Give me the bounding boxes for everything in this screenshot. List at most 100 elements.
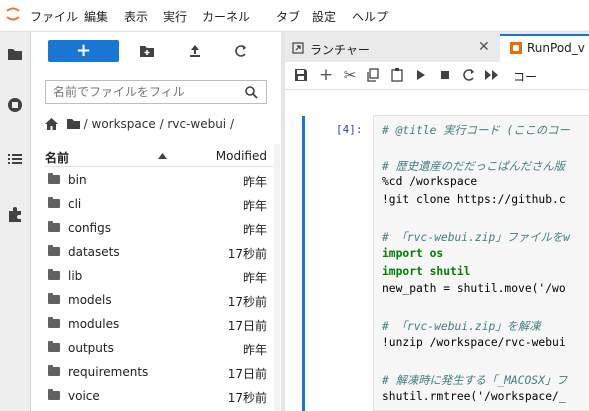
table-of-contents-icon[interactable] — [6, 150, 24, 168]
code-line: # 「rvc-webui.zip」ファイルをw — [382, 231, 570, 244]
code-line: %cd /workspace — [382, 175, 478, 188]
cell-type-select[interactable]: コー — [513, 68, 537, 85]
file-row[interactable]: requirements 17日前 — [45, 360, 273, 384]
file-modified: 昨年 — [242, 343, 267, 357]
column-modified-header[interactable]: Modified — [216, 149, 267, 163]
close-icon[interactable]: ✕ — [478, 39, 490, 55]
file-row[interactable]: bin 昨年 — [45, 168, 273, 192]
file-row[interactable]: voice 17秒前 — [45, 384, 273, 408]
breadcrumb-path[interactable]: / workspace / rvc-webui / — [84, 117, 234, 131]
file-row[interactable]: modules 17日前 — [45, 312, 273, 336]
file-row[interactable]: configs 昨年 — [45, 216, 273, 240]
file-modified: 17日前 — [227, 319, 267, 333]
code-line: # @title 実行コード (ここのコー — [382, 124, 570, 137]
file-name: outputs — [68, 341, 114, 355]
file-name: lib — [68, 269, 83, 283]
save-icon[interactable] — [294, 68, 308, 82]
tab-launcher[interactable]: ランチャー ✕ — [288, 36, 498, 62]
code-line: !unzip /workspace/rvc-webui — [382, 336, 566, 349]
code-line: shutil.rmtree('/workspace/_ — [382, 390, 566, 403]
file-name: bin — [68, 173, 87, 187]
file-name: modules — [68, 317, 120, 331]
file-name: configs — [68, 221, 111, 235]
folder-icon — [48, 173, 60, 184]
file-name: datasets — [68, 245, 120, 259]
file-row[interactable]: outputs 昨年 — [45, 336, 273, 360]
code-line: import shutil — [382, 265, 471, 278]
folder-icon[interactable] — [6, 45, 24, 63]
breadcrumb: / workspace / rvc-webui / — [45, 117, 234, 131]
cell-prompt: [4]: — [336, 123, 363, 136]
extensions-puzzle-icon[interactable] — [6, 205, 24, 223]
code-line: import os — [382, 247, 444, 260]
stop-icon[interactable] — [440, 70, 450, 80]
folder-icon — [48, 245, 60, 256]
menu-run[interactable]: 実行 — [163, 8, 187, 25]
upload-icon[interactable] — [187, 43, 203, 59]
run-icon[interactable] — [416, 70, 426, 80]
code-line: !git clone https://github.c — [382, 193, 566, 206]
paste-icon[interactable] — [390, 68, 404, 82]
code-line: # 解凍時に発生する「_MACOSX」フ — [382, 374, 568, 387]
folder-icon — [48, 341, 60, 352]
file-row[interactable]: lib 昨年 — [45, 264, 273, 288]
refresh-icon[interactable] — [233, 43, 249, 59]
running-kernels-icon[interactable] — [6, 96, 24, 114]
code-line: # 「rvc-webui.zip」を解凍 — [382, 320, 541, 333]
file-modified: 17秒前 — [227, 391, 267, 405]
file-name: requirements — [68, 365, 149, 379]
file-modified: 昨年 — [242, 223, 267, 237]
tab-launcher-label: ランチャー — [310, 43, 370, 57]
file-row[interactable]: models 17秒前 — [45, 288, 273, 312]
file-row[interactable]: cli 昨年 — [45, 192, 273, 216]
fast-forward-icon[interactable] — [485, 70, 499, 80]
tab-notebook[interactable]: RunPod_v — [500, 34, 589, 62]
file-list-scrollbar[interactable] — [274, 144, 280, 411]
code-line: # 歴史遺産のだだっこぱんださん版 — [382, 160, 566, 173]
folder-icon — [48, 221, 60, 232]
folder-icon — [48, 389, 60, 400]
tab-notebook-label: RunPod_v — [527, 41, 585, 55]
notebook-icon — [510, 42, 522, 54]
new-folder-icon[interactable] — [139, 43, 155, 59]
file-filter-input[interactable] — [46, 81, 233, 103]
file-name: models — [68, 293, 112, 307]
jupyter-logo-icon — [6, 7, 20, 21]
folder-icon — [48, 197, 60, 208]
active-cell-indicator — [302, 116, 305, 411]
menu-edit[interactable]: 編集 — [84, 8, 108, 25]
file-modified: 17日前 — [227, 367, 267, 381]
folder-icon — [48, 269, 60, 280]
file-modified: 昨年 — [242, 271, 267, 285]
menu-view[interactable]: 表示 — [124, 8, 148, 25]
menu-settings[interactable]: 設定 — [312, 8, 336, 25]
folder-icon — [48, 365, 60, 376]
copy-icon[interactable] — [366, 68, 380, 82]
code-line: new_path = shutil.move('/wo — [382, 282, 566, 295]
search-icon — [245, 86, 258, 99]
sort-ascending-icon — [158, 153, 167, 159]
menu-tabs[interactable]: タブ — [276, 8, 300, 25]
insert-cell-icon[interactable]: + — [318, 67, 334, 84]
menu-help[interactable]: ヘルプ — [352, 8, 388, 25]
cut-icon[interactable]: ✂ — [342, 67, 358, 83]
menu-kernel[interactable]: カーネル — [202, 8, 250, 25]
file-name: cli — [68, 197, 82, 211]
restart-icon[interactable] — [462, 68, 476, 82]
new-launcher-button[interactable]: + — [48, 40, 119, 62]
folder-icon — [48, 317, 60, 328]
menu-file[interactable]: ファイル — [30, 8, 78, 25]
file-name: voice — [68, 389, 100, 403]
file-modified: 17秒前 — [227, 295, 267, 309]
column-name-header[interactable]: 名前 — [45, 149, 69, 166]
file-modified: 昨年 — [242, 175, 267, 189]
folder-icon — [48, 293, 60, 304]
code-cell-editor[interactable]: # @title 実行コード (ここのコー # 歴史遺産のだだっこぱんださん版 … — [373, 115, 589, 411]
file-list-header: 名前 Modified — [45, 144, 273, 167]
breadcrumb-folder-icon — [66, 119, 80, 129]
launcher-icon — [292, 42, 304, 54]
file-modified: 17秒前 — [227, 247, 267, 261]
file-modified: 昨年 — [242, 199, 267, 213]
home-icon[interactable] — [45, 118, 58, 130]
file-row[interactable]: datasets 17秒前 — [45, 240, 273, 264]
